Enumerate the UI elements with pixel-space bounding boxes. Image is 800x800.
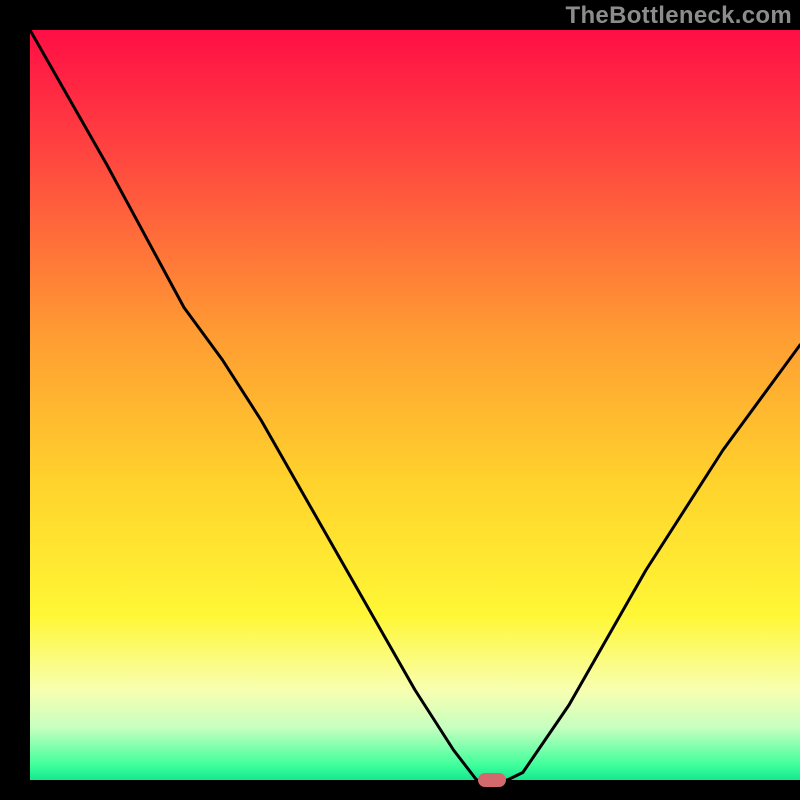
- watermark-text: TheBottleneck.com: [566, 2, 792, 30]
- plot-background: [30, 30, 800, 780]
- chart-container: TheBottleneck.com: [0, 0, 800, 800]
- bottleneck-chart: [0, 0, 800, 800]
- optimum-marker: [478, 773, 506, 787]
